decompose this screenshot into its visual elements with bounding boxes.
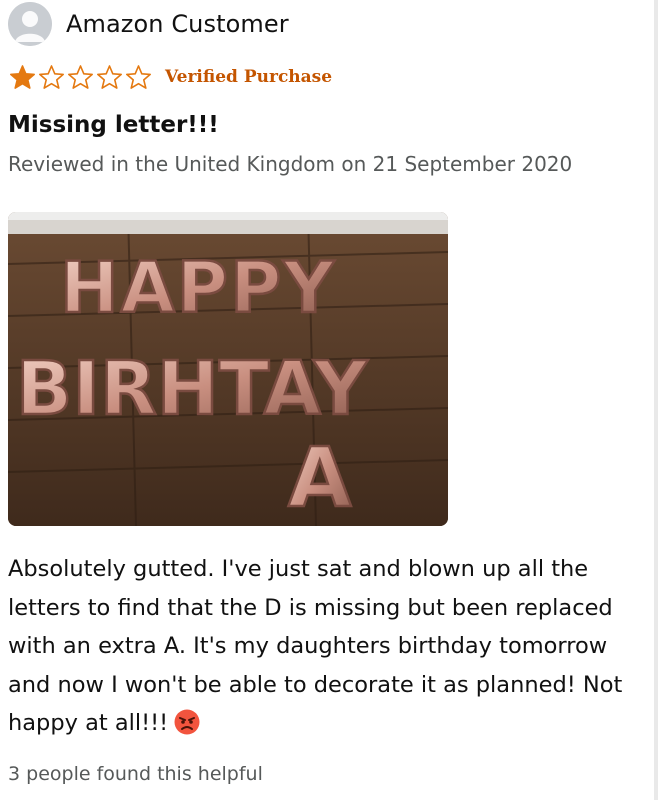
star-rating[interactable]: [8, 64, 153, 90]
verified-purchase-badge: Verified Purchase: [165, 67, 333, 87]
avatar-icon: [8, 2, 52, 46]
svg-text:A: A: [288, 431, 352, 526]
star-empty-icon: [67, 65, 94, 89]
review-body-text: Absolutely gutted. I've just sat and blo…: [8, 556, 623, 736]
star-empty-icon: [38, 65, 65, 89]
helpful-count: 3 people found this helpful: [8, 763, 263, 785]
star-filled-icon: [9, 65, 36, 89]
review-photo[interactable]: HAPPY BIRHTAY A: [8, 212, 448, 526]
page-edge: [654, 0, 658, 800]
reviewer-profile[interactable]: Amazon Customer: [8, 2, 289, 46]
angry-face-icon: [174, 709, 200, 735]
star-empty-icon: [96, 65, 123, 89]
star-empty-icon: [125, 65, 152, 89]
review-body: Absolutely gutted. I've just sat and blo…: [8, 550, 648, 743]
customer-review: Amazon Customer Verified Purchase Missin…: [0, 0, 658, 800]
svg-text:BIRHTAY: BIRHTAY: [16, 346, 369, 432]
review-meta: Reviewed in the United Kingdom on 21 Sep…: [8, 152, 573, 176]
svg-text:HAPPY: HAPPY: [60, 247, 336, 329]
reviewer-name: Amazon Customer: [66, 10, 289, 38]
rating-row: Verified Purchase: [8, 64, 332, 90]
review-title[interactable]: Missing letter!!!: [8, 112, 219, 138]
